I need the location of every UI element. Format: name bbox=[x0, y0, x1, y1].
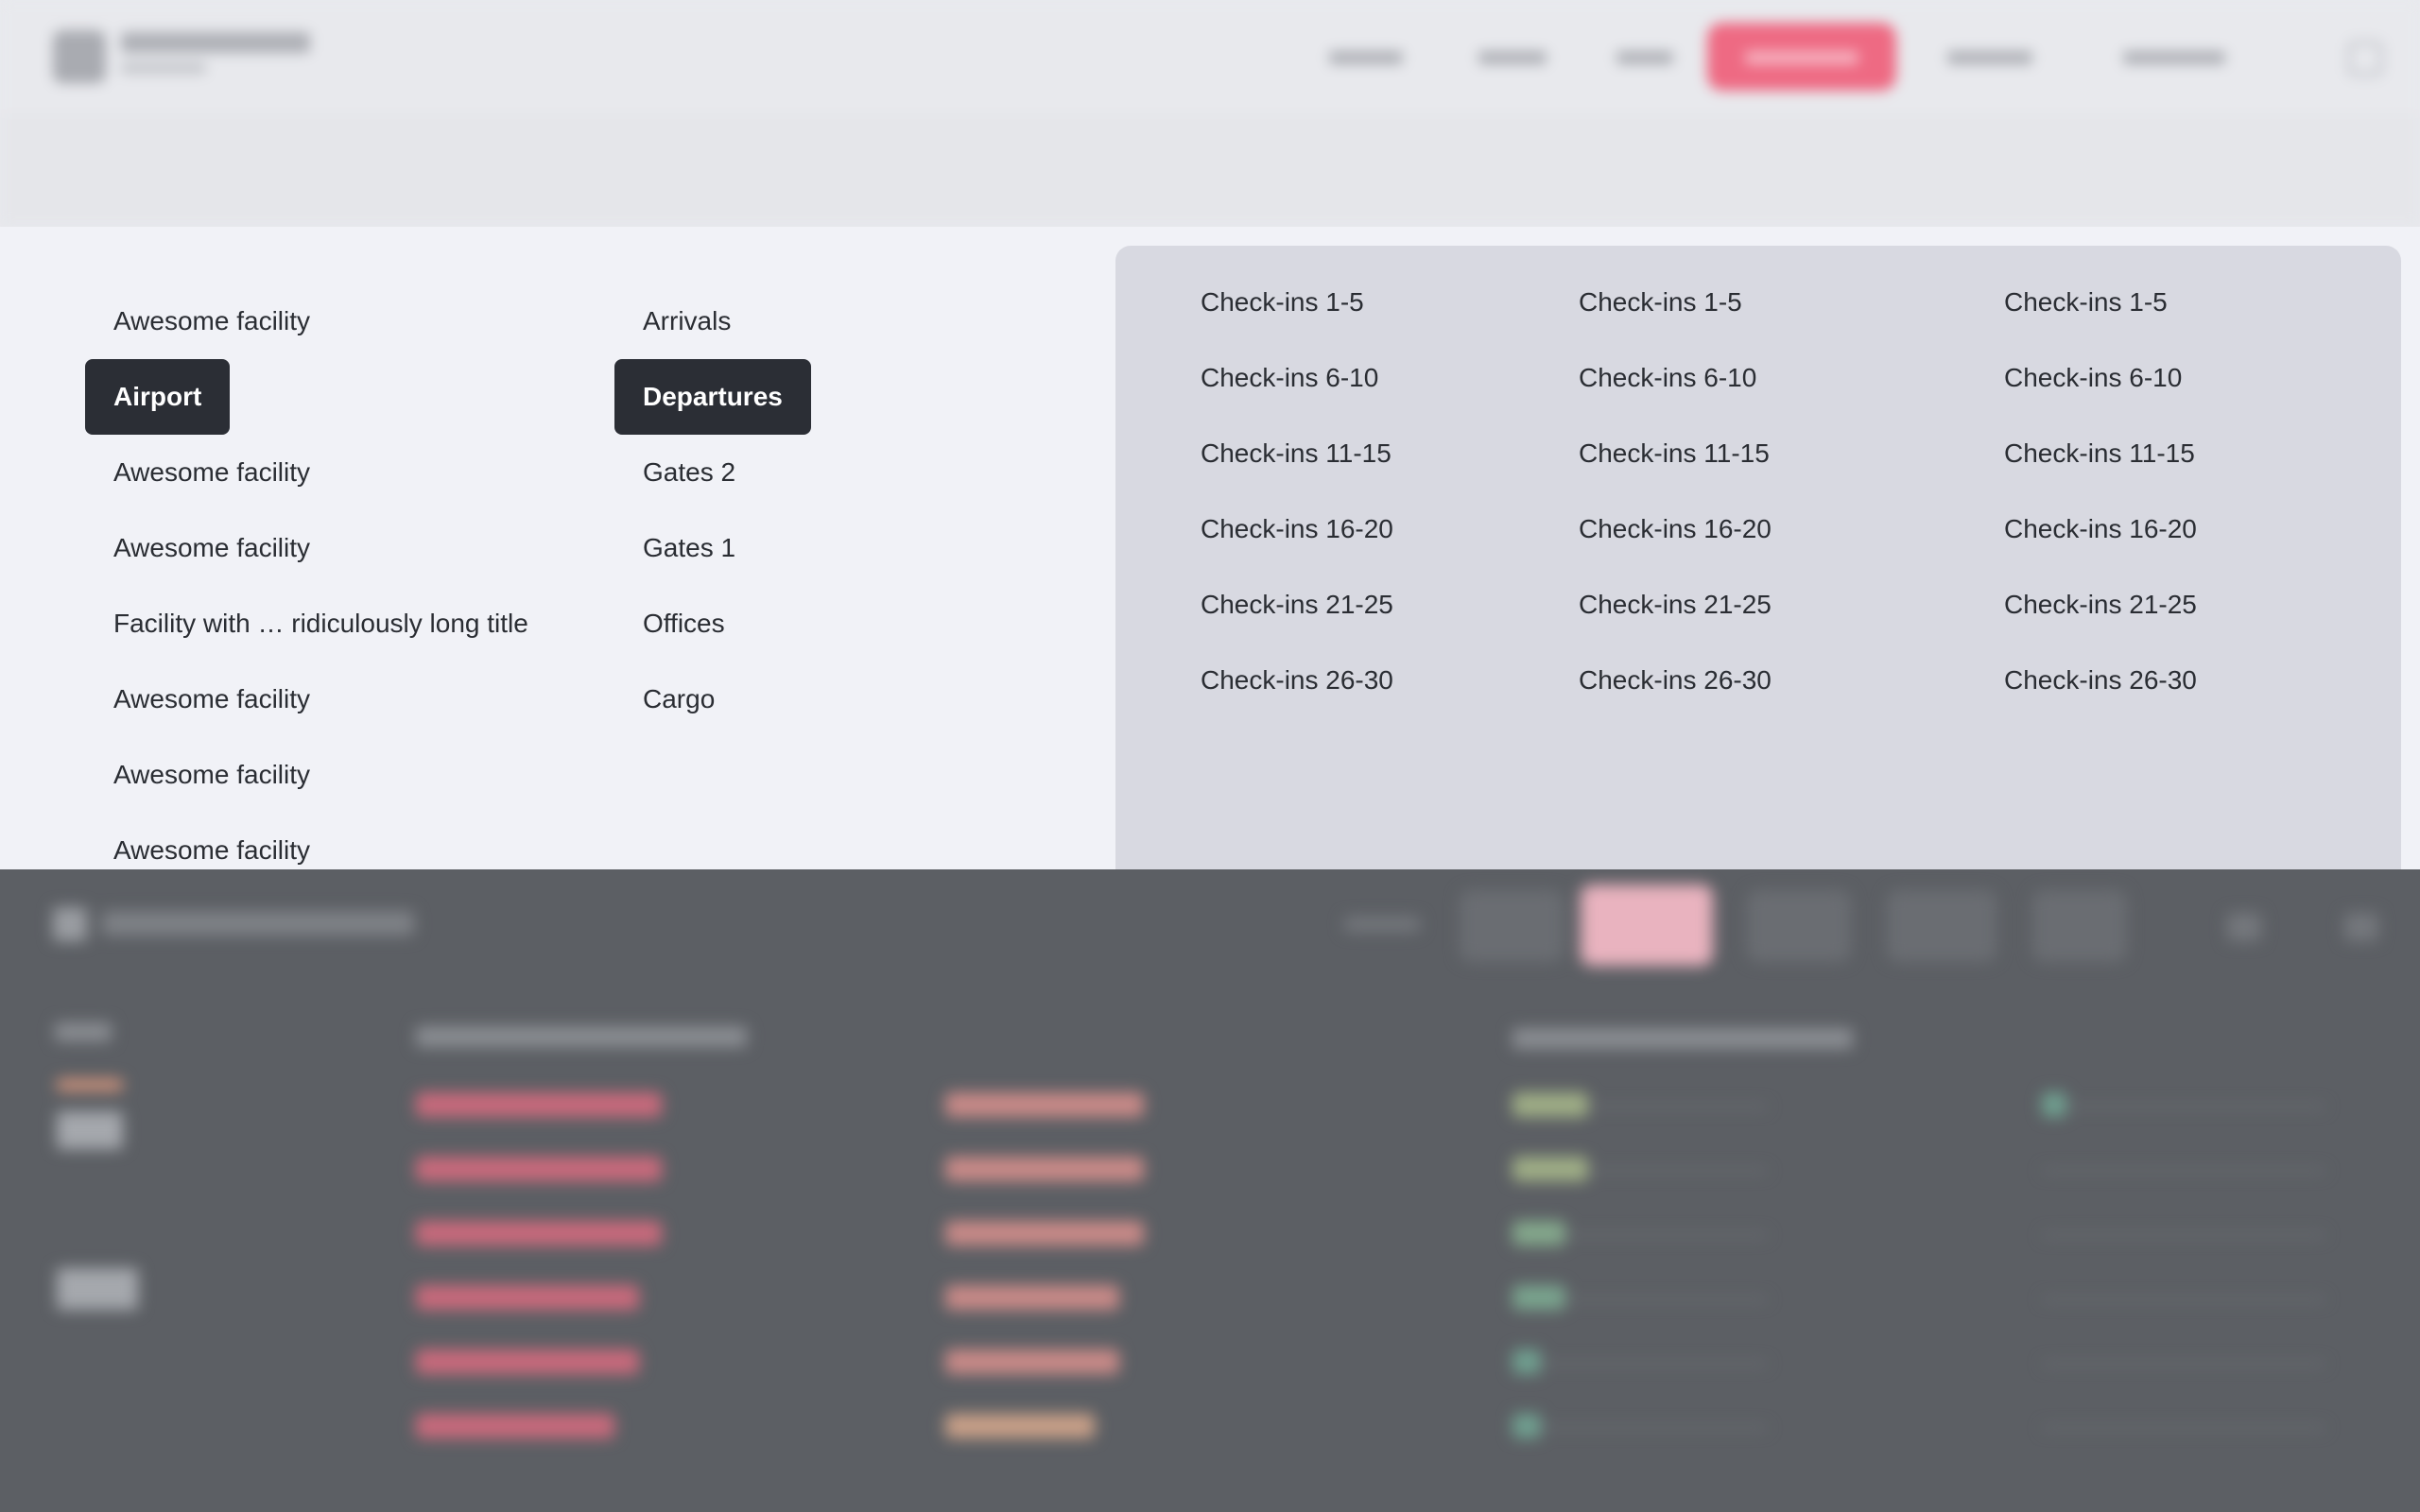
usage-bar bbox=[2042, 1092, 2066, 1117]
stats-accent-placeholder bbox=[57, 1079, 123, 1091]
nav-item-1[interactable] bbox=[1305, 23, 1427, 91]
facility-item-selected[interactable]: Airport bbox=[85, 359, 557, 435]
chart-icon bbox=[53, 907, 87, 941]
dashboard-title-placeholder bbox=[102, 911, 414, 936]
checkin-item[interactable]: Check-ins 16-20 bbox=[1579, 491, 1772, 567]
usage-bar bbox=[1512, 1414, 1541, 1438]
usage-bar bbox=[945, 1157, 1144, 1181]
facility-item[interactable]: Awesome facility bbox=[85, 510, 557, 586]
usage-track bbox=[1512, 1426, 1768, 1430]
usage-bar bbox=[416, 1221, 662, 1246]
checkin-panel: Check-ins 1-5 Check-ins 6-10 Check-ins 1… bbox=[1115, 246, 2401, 907]
stats-value-placeholder bbox=[57, 1111, 123, 1149]
background-header bbox=[0, 0, 2420, 319]
checkin-item[interactable]: Check-ins 1-5 bbox=[1201, 265, 1393, 340]
period-label-placeholder bbox=[1344, 917, 1420, 932]
menu-icon[interactable] bbox=[2348, 42, 2382, 76]
facility-item[interactable]: Awesome facility bbox=[85, 662, 557, 737]
facility-item[interactable]: Awesome facility bbox=[85, 435, 557, 510]
nav-item-2[interactable] bbox=[1456, 23, 1569, 91]
period-chip-4[interactable] bbox=[1887, 890, 1996, 962]
facility-item[interactable]: Awesome facility bbox=[85, 737, 557, 813]
checkin-item[interactable]: Check-ins 6-10 bbox=[2004, 340, 2197, 416]
usage-bar bbox=[1512, 1285, 1565, 1310]
checkin-column: Check-ins 1-5 Check-ins 6-10 Check-ins 1… bbox=[1201, 265, 1393, 718]
period-chip-3[interactable] bbox=[1747, 890, 1851, 962]
checkin-item[interactable]: Check-ins 26-30 bbox=[1201, 643, 1393, 718]
period-chip-5[interactable] bbox=[2032, 890, 2127, 962]
nav-item-5[interactable] bbox=[1919, 23, 2061, 91]
usage-track bbox=[2042, 1297, 2325, 1301]
zone-item[interactable]: Gates 2 bbox=[614, 435, 811, 510]
usage-bar bbox=[1512, 1092, 1588, 1117]
usage-bar bbox=[416, 1285, 639, 1310]
checkin-item[interactable]: Check-ins 6-10 bbox=[1579, 340, 1772, 416]
blurred-dashboard bbox=[0, 869, 2420, 1512]
checkin-item[interactable]: Check-ins 11-15 bbox=[1201, 416, 1393, 491]
period-chip-active[interactable] bbox=[1581, 885, 1713, 966]
zone-item-selected[interactable]: Departures bbox=[614, 359, 811, 435]
stats-label-placeholder bbox=[55, 1022, 112, 1041]
checkin-item[interactable]: Check-ins 16-20 bbox=[2004, 491, 2197, 567]
usage-bar bbox=[945, 1414, 1095, 1438]
usage-bar bbox=[416, 1349, 639, 1374]
dashboard-overlay bbox=[0, 869, 2420, 1512]
usage-bar bbox=[416, 1414, 614, 1438]
checkin-item[interactable]: Check-ins 26-30 bbox=[2004, 643, 2197, 718]
zone-item[interactable]: Arrivals bbox=[614, 284, 811, 359]
least-used-title-placeholder bbox=[1512, 1028, 1853, 1049]
stats-value-placeholder-2 bbox=[57, 1268, 138, 1310]
usage-track bbox=[2042, 1426, 2325, 1430]
zone-item[interactable]: Offices bbox=[614, 586, 811, 662]
brand-title-placeholder bbox=[121, 32, 310, 53]
zone-item[interactable]: Gates 1 bbox=[614, 510, 811, 586]
usage-bar bbox=[945, 1349, 1119, 1374]
facility-item[interactable]: Facility with … ridiculously long title bbox=[85, 586, 557, 662]
insights-toolbar bbox=[0, 113, 2420, 319]
usage-bar bbox=[945, 1221, 1144, 1246]
nav-item-3[interactable] bbox=[1598, 23, 1692, 91]
top-navigation-bar bbox=[0, 0, 2420, 113]
facility-item[interactable]: Awesome facility bbox=[85, 284, 557, 359]
most-used-title-placeholder bbox=[416, 1026, 747, 1047]
checkin-item[interactable]: Check-ins 6-10 bbox=[1201, 340, 1393, 416]
checkin-column: Check-ins 1-5 Check-ins 6-10 Check-ins 1… bbox=[1579, 265, 1772, 718]
usage-track bbox=[2042, 1233, 2325, 1237]
checkin-item[interactable]: Check-ins 11-15 bbox=[2004, 416, 2197, 491]
usage-bar bbox=[945, 1092, 1144, 1117]
usage-bar bbox=[1512, 1157, 1588, 1181]
zone-item[interactable]: Cargo bbox=[614, 662, 811, 737]
nav-item-6[interactable] bbox=[2089, 23, 2259, 91]
checkin-item[interactable]: Check-ins 1-5 bbox=[1579, 265, 1772, 340]
checkin-item[interactable]: Check-ins 16-20 bbox=[1201, 491, 1393, 567]
brand-subtitle-placeholder bbox=[121, 62, 206, 74]
usage-bar bbox=[945, 1285, 1119, 1310]
usage-bar bbox=[416, 1157, 662, 1181]
checkin-item[interactable]: Check-ins 1-5 bbox=[2004, 265, 2197, 340]
usage-track bbox=[2042, 1169, 2325, 1173]
nav-item-active[interactable] bbox=[1707, 23, 1896, 91]
usage-bar bbox=[1512, 1349, 1541, 1374]
facility-list: Awesome facility Airport Awesome facilit… bbox=[85, 284, 557, 888]
expand-icon[interactable] bbox=[2227, 913, 2261, 941]
usage-bar bbox=[416, 1092, 662, 1117]
usage-track bbox=[1512, 1362, 1768, 1366]
app-logo bbox=[53, 30, 106, 83]
checkin-item[interactable]: Check-ins 11-15 bbox=[1579, 416, 1772, 491]
usage-bar bbox=[1512, 1221, 1565, 1246]
checkin-item[interactable]: Check-ins 21-25 bbox=[2004, 567, 2197, 643]
settings-icon[interactable] bbox=[2344, 913, 2378, 941]
usage-track bbox=[2042, 1105, 2325, 1108]
checkin-item[interactable]: Check-ins 26-30 bbox=[1579, 643, 1772, 718]
usage-track bbox=[2042, 1362, 2325, 1366]
checkin-column: Check-ins 1-5 Check-ins 6-10 Check-ins 1… bbox=[2004, 265, 2197, 718]
checkin-item[interactable]: Check-ins 21-25 bbox=[1579, 567, 1772, 643]
checkin-item[interactable]: Check-ins 21-25 bbox=[1201, 567, 1393, 643]
zone-list: Arrivals Departures Gates 2 Gates 1 Offi… bbox=[614, 284, 811, 737]
period-chip-1[interactable] bbox=[1460, 890, 1564, 962]
